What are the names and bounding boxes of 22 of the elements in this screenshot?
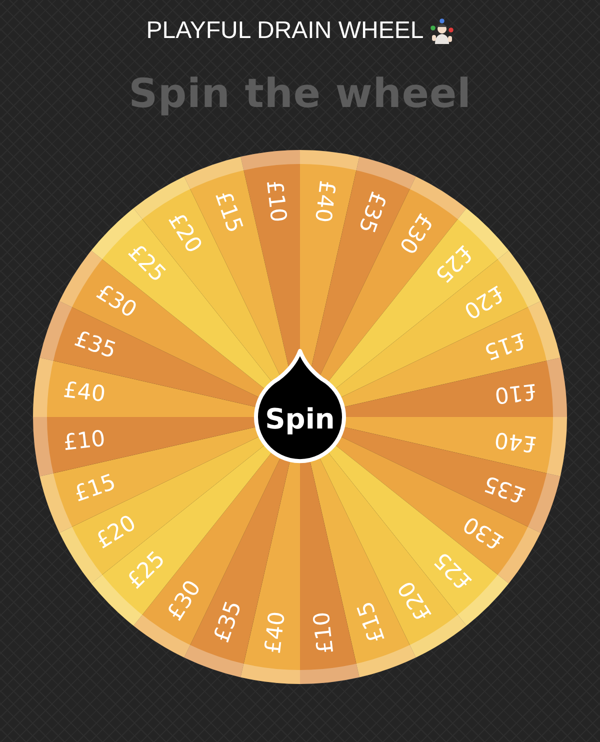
wheel-label: £15: [352, 598, 390, 646]
wheel-label: £40: [62, 378, 107, 408]
wheel-label: £35: [71, 326, 120, 364]
wheel-label: £20: [459, 280, 508, 324]
wheel-label: £10: [493, 378, 538, 408]
wheel-label: £35: [480, 470, 529, 508]
wheel-title: PLAYFUL DRAIN WHEEL: [146, 17, 424, 45]
spin-button[interactable]: Spin: [254, 349, 346, 464]
juggler-icon: [430, 18, 454, 44]
wheel-label: £10: [62, 426, 107, 456]
wheel-label: £10: [310, 610, 340, 655]
heading: Spin the wheel: [128, 71, 472, 117]
wheel-label: £15: [71, 470, 120, 508]
wheel-label: £40: [310, 179, 340, 224]
wheel-label: £10: [260, 179, 290, 224]
wheel-label: £35: [352, 188, 390, 236]
wheel-label: £20: [92, 510, 141, 554]
wheel-label: £40: [260, 610, 290, 655]
wheel-label: £40: [493, 426, 538, 456]
wheel-label: £35: [210, 598, 248, 646]
wheel-label: £15: [210, 188, 248, 236]
wheel-label: £15: [480, 326, 529, 364]
